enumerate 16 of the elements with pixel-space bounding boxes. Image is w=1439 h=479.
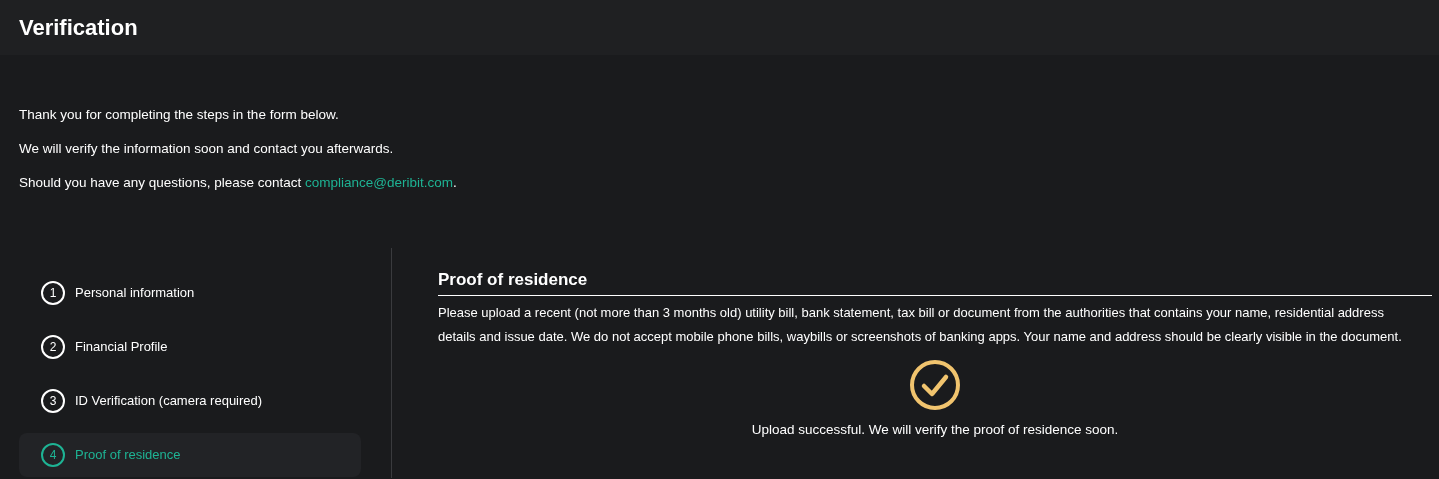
intro-text: We will verify the information soon and contact you afterwards. [19,140,395,158]
section-description: Please upload a recent (not more than 3 months old) utility bill, bank statement, tax bill or document from the authorities that contains your name, residential address details and issue date. We do not accept mobile phone bills, waybills or screenshots of banking apps. Your name and address should be clearly visible in the document. [438,303,1403,346]
upload-status-message: Upload successful. We will verify the proof of residence soon. [751,420,1119,439]
step-item[interactable]: 4 Proof of residence [19,433,361,477]
intro-text: Thank you for completing the steps in the form below. [19,106,340,124]
section-title: Proof of residence [438,267,1432,296]
step-number: 3 [41,389,65,413]
step-item[interactable]: 2 Financial Profile [19,325,361,369]
email-link[interactable]: compliance@deribit.com [304,175,453,190]
step-number: 2 [41,335,65,359]
step-item[interactable]: 3 ID Verification (camera required) [19,379,361,423]
page-title: Verification [19,14,138,42]
step-item[interactable]: 1 Personal information [19,271,361,315]
step-number: 4 [41,443,65,467]
step-number: 1 [41,281,65,305]
intro-text: Should you have any questions, please contact compliance@deribit.com. [19,174,458,192]
